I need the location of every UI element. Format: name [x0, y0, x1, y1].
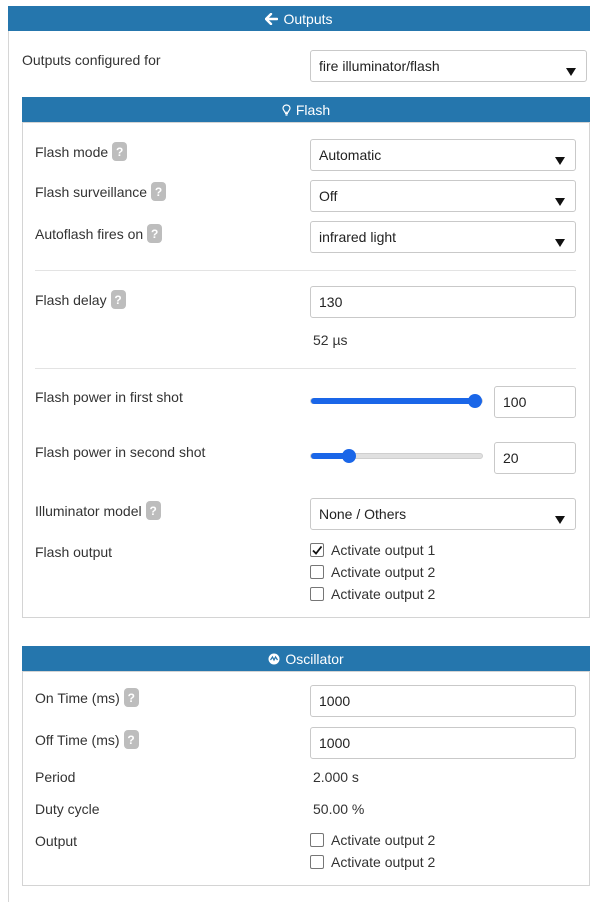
illuminator-value: None / Others: [319, 506, 407, 522]
help-icon[interactable]: ?: [147, 224, 163, 243]
power-first-label: Flash power in first shot: [35, 389, 183, 405]
flash-surveillance-select[interactable]: Off: [310, 180, 576, 212]
flash-mode-select[interactable]: Automatic: [310, 139, 576, 171]
slider-fill: [311, 398, 475, 404]
help-icon[interactable]: ?: [123, 688, 139, 707]
oscillator-icon: [268, 653, 280, 665]
off-time-text: Off Time (ms): [35, 731, 120, 748]
flash-mode-text: Flash mode: [35, 143, 109, 160]
autoflash-value: infrared light: [319, 229, 397, 245]
output-checkbox-row[interactable]: Activate output 1: [310, 542, 435, 558]
help-icon[interactable]: ?: [151, 182, 167, 201]
illuminator-label: Illuminator model ?: [35, 501, 161, 520]
autoflash-select[interactable]: infrared light: [310, 221, 576, 253]
autoflash-label: Autoflash fires on ?: [35, 224, 163, 243]
autoflash-text: Autoflash fires on: [35, 225, 144, 242]
flash-surveillance-text: Flash surveillance: [35, 183, 148, 200]
caret-down-icon: [555, 193, 565, 209]
outputs-header[interactable]: Outputs: [8, 6, 590, 31]
power-second-label: Flash power in second shot: [35, 444, 206, 460]
outputs-configured-select[interactable]: fire illuminator/flash: [310, 50, 587, 82]
caret-down-icon: [566, 63, 576, 79]
oscillator-title: Oscillator: [285, 650, 344, 667]
flash-delay-label: Flash delay ?: [35, 290, 126, 309]
flash-mode-value: Automatic: [319, 147, 382, 163]
outer-border: [8, 30, 9, 902]
oscillator-header[interactable]: Oscillator: [22, 646, 590, 671]
output-checkbox-row[interactable]: Activate output 2: [310, 586, 435, 602]
period-label: Period: [35, 769, 76, 785]
output-checkbox-row[interactable]: Activate output 2: [310, 564, 435, 580]
flash-surveillance-label: Flash surveillance ?: [35, 182, 167, 201]
divider: [35, 368, 576, 369]
help-icon[interactable]: ?: [112, 142, 128, 161]
checkbox[interactable]: [310, 565, 324, 579]
flash-delay-text: Flash delay: [35, 291, 107, 308]
illuminator-select[interactable]: None / Others: [310, 498, 576, 530]
checkbox[interactable]: [310, 587, 324, 601]
on-time-input[interactable]: [310, 685, 576, 717]
power-second-input[interactable]: [494, 442, 576, 474]
lightbulb-icon: [282, 103, 291, 116]
help-icon[interactable]: ?: [145, 501, 161, 520]
help-icon[interactable]: ?: [123, 730, 139, 749]
flash-header[interactable]: Flash: [22, 97, 590, 122]
checkbox-label: Activate output 2: [331, 832, 436, 848]
checkbox-label: Activate output 2: [331, 586, 436, 602]
flash-title: Flash: [295, 101, 331, 118]
on-time-text: On Time (ms): [35, 689, 120, 706]
checkbox-label: Activate output 2: [331, 854, 436, 870]
caret-down-icon: [555, 234, 565, 250]
checkbox[interactable]: [310, 855, 324, 869]
oscillator-output-label: Output: [35, 833, 78, 849]
on-time-label: On Time (ms) ?: [35, 688, 139, 707]
outputs-configured-value: fire illuminator/flash: [319, 58, 440, 74]
divider: [35, 270, 576, 271]
caret-down-icon: [555, 152, 565, 168]
off-time-label: Off Time (ms) ?: [35, 730, 139, 749]
caret-down-icon: [555, 511, 565, 527]
checkbox[interactable]: [310, 833, 324, 847]
power-first-input[interactable]: [494, 386, 576, 418]
flash-delay-input[interactable]: [310, 286, 576, 318]
arrow-left-icon: [265, 12, 279, 25]
power-second-slider[interactable]: [310, 449, 483, 463]
slider-thumb[interactable]: [468, 394, 482, 408]
checkbox-label: Activate output 1: [331, 542, 436, 558]
illuminator-text: Illuminator model: [35, 502, 142, 519]
off-time-input[interactable]: [310, 727, 576, 759]
output-checkbox-row[interactable]: Activate output 2: [310, 854, 435, 870]
power-first-slider[interactable]: [310, 394, 483, 408]
checkbox-label: Activate output 2: [331, 564, 436, 580]
duty-cycle-value: 50.00 %: [313, 801, 365, 817]
flash-surveillance-value: Off: [319, 188, 338, 204]
duty-cycle-label: Duty cycle: [35, 801, 100, 817]
flash-delay-computed: 52 µs: [313, 332, 348, 348]
period-value: 2.000 s: [313, 769, 359, 785]
flash-mode-label: Flash mode ?: [35, 142, 128, 161]
outputs-configured-label: Outputs configured for: [22, 52, 161, 68]
outputs-title: Outputs: [283, 10, 333, 27]
flash-output-label: Flash output: [35, 544, 113, 560]
checkbox-checked[interactable]: [310, 543, 324, 557]
help-icon[interactable]: ?: [110, 290, 126, 309]
output-checkbox-row[interactable]: Activate output 2: [310, 832, 435, 848]
